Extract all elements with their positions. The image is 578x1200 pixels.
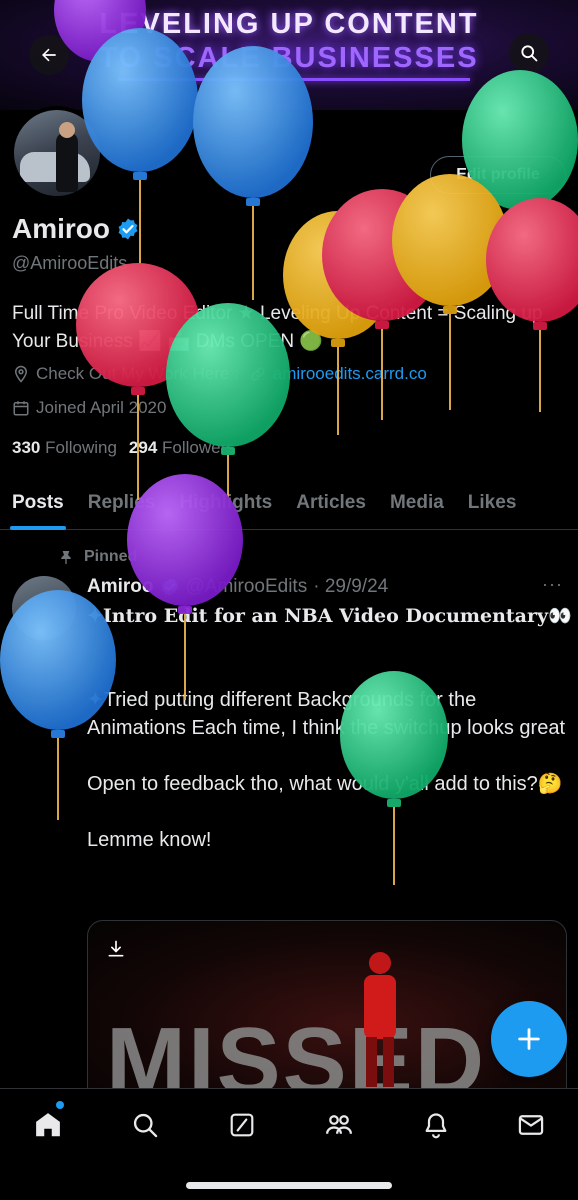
download-icon[interactable] [106,939,126,959]
tab-highlights[interactable]: Highlights [167,478,284,528]
post-more-button[interactable]: ··· [542,574,563,595]
profile-joined-row: Joined April 2020 [12,398,166,418]
profile-location: Check Out My Work Here : [36,364,239,383]
communities-icon [326,1115,352,1134]
grok-icon [230,1113,254,1137]
arrow-left-icon [42,48,56,62]
pin-icon [61,551,71,565]
profile-avatar[interactable] [10,106,104,200]
media-figure [364,952,396,1087]
compose-post-button[interactable] [491,1001,567,1077]
display-name: Amiroo [12,213,110,244]
home-icon [36,1113,60,1137]
banner-headline-1: LEVELING UP CONTENT [99,8,479,40]
link-icon [251,367,265,381]
search-icon [133,1113,158,1138]
search-icon [521,45,538,62]
post-avatar[interactable] [12,576,76,640]
follow-stats: 330 Following 294 Followers [12,438,235,458]
tab-likes[interactable]: Likes [456,478,529,528]
plus-icon [518,1028,540,1050]
followers-link[interactable]: 294 Followers [129,438,235,458]
pinned-label-row: Pinned [58,548,137,566]
profile-tabs: Posts Replies Highlights Articles Media … [0,478,578,530]
notification-dot [56,1101,64,1109]
profile-joined: Joined April 2020 [36,398,167,417]
post-date: · 29/9/24 [313,576,389,597]
search-button[interactable] [509,33,549,73]
nav-notifications[interactable] [416,1105,456,1145]
following-link[interactable]: 330 Following [12,438,117,458]
calendar-icon [13,401,29,416]
banner-underline [118,78,470,81]
profile-website-link[interactable]: amirooedits.carrd.co [273,364,427,384]
post-body: ✦Tried putting different Backgrounds for… [87,689,566,851]
profile-handle: @AmirooEdits [12,253,128,273]
nav-communities[interactable] [319,1105,359,1145]
post-title-line: ✦Intro Edit for an NBA Video Documentary… [87,605,572,627]
tab-media[interactable]: Media [378,478,456,528]
profile-location-row: Check Out My Work Here : amirooedits.car… [12,364,427,384]
tab-articles[interactable]: Articles [284,478,378,528]
name-row: Amiroo [12,213,140,245]
pinned-label: Pinned [84,548,138,565]
post-media[interactable]: MISSED [87,920,567,1110]
profile-bio: Full Time Pro Video Editor ★ Leveling Up… [12,303,543,352]
tab-posts[interactable]: Posts [0,478,76,530]
post-header: Amiroo @AmirooEdits · 29/9/24 [87,576,388,598]
messages-icon [518,1115,544,1135]
nav-home[interactable] [28,1105,68,1145]
nav-grok[interactable] [222,1105,262,1145]
verified-badge-icon [161,578,178,596]
post-author-name[interactable]: Amiroo [87,576,154,598]
home-indicator[interactable] [186,1182,392,1189]
notifications-icon [425,1113,447,1139]
edit-profile-button[interactable]: Edit profile [430,156,566,194]
location-pin-icon [14,365,28,383]
profile-banner[interactable]: LEVELING UP CONTENT TO SCALE BUSINESSES [0,0,578,110]
nav-search[interactable] [125,1105,165,1145]
verified-badge-icon[interactable] [116,217,140,241]
post-author-handle[interactable]: @AmirooEdits [186,576,308,598]
back-button[interactable] [29,35,69,75]
tab-replies[interactable]: Replies [76,478,168,528]
nav-messages[interactable] [511,1105,551,1145]
banner-headline-2: TO SCALE BUSINESSES [99,42,479,74]
